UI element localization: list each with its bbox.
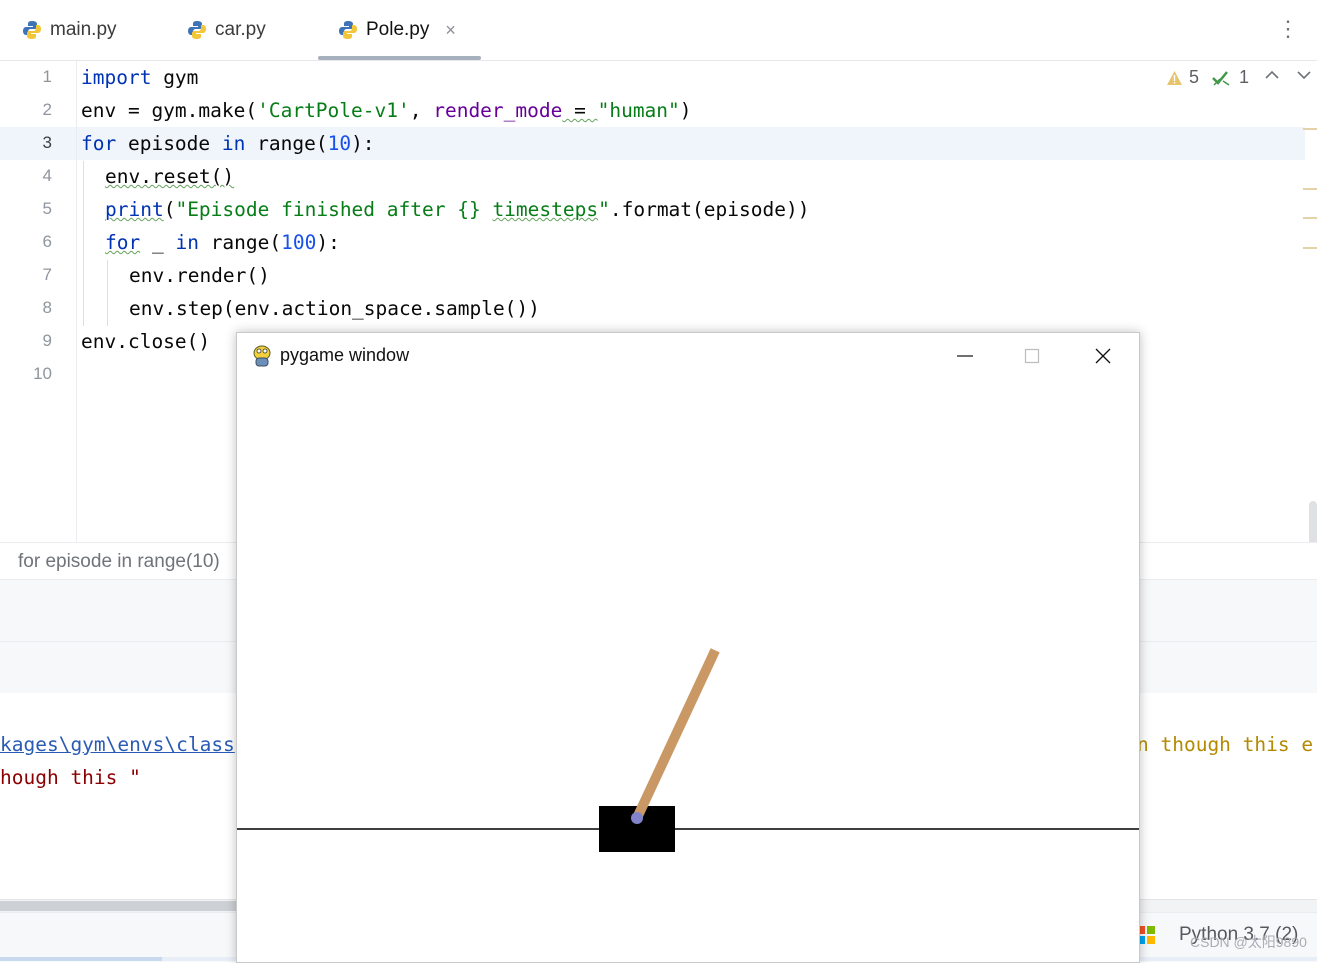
code-text: _ (140, 231, 176, 254)
code-line-3: for episode in range(10): (81, 127, 375, 160)
tab-pole-py[interactable]: Pole.py × (338, 0, 456, 60)
code-text: env.close() (81, 330, 211, 353)
code-line-6: for _ in range(100): (105, 226, 340, 259)
code-text: .format(episode)) (609, 198, 810, 221)
indent-guide (107, 260, 108, 326)
line-number-gutter: 1 2 3 4 5 6 7 8 9 10 (0, 61, 77, 542)
warning-stripe-mark[interactable] (1303, 128, 1317, 130)
progress-strip-fill (0, 957, 162, 961)
breadcrumb-item[interactable]: for episode in range(10) (18, 551, 220, 573)
active-tab-indicator (318, 56, 481, 60)
keyword: in (175, 231, 199, 254)
code-text: episode (116, 132, 222, 155)
code-text: env.step(env.action_space.sample()) (129, 297, 540, 320)
code-line-4: env.reset() (105, 160, 234, 193)
axle (631, 812, 643, 824)
pygame-snake-icon (253, 345, 271, 367)
line-number: 3 (42, 133, 52, 152)
close-tab-icon[interactable]: × (445, 20, 456, 41)
code-text: env.render() (129, 264, 270, 287)
builtin-function: print (105, 198, 164, 221)
code-line-1: import gym (81, 61, 198, 94)
number-literal: 100 (281, 231, 317, 254)
string-literal: "human" (597, 99, 680, 122)
line-number: 8 (42, 298, 52, 317)
render-background (237, 379, 1139, 961)
number-literal: 10 (327, 132, 352, 155)
maximize-icon[interactable] (1009, 341, 1055, 371)
tab-label: Pole.py (366, 19, 430, 40)
code-text: ) (679, 99, 692, 122)
code-text: ( (163, 198, 176, 221)
tab-main-py[interactable]: main.py (22, 0, 117, 60)
line-number: 4 (42, 166, 52, 185)
code-text: gym (151, 66, 199, 89)
keyword: for (105, 231, 141, 254)
editor-tab-bar: main.py car.py Pole.py × ⋮ (0, 0, 1317, 61)
line-number: 7 (42, 265, 52, 284)
code-text: env = gym.make( (81, 99, 258, 122)
line-number: 1 (42, 67, 52, 86)
inspection-navigation (1264, 67, 1311, 85)
more-options-icon[interactable]: ⋮ (1277, 14, 1299, 44)
python-icon (23, 21, 41, 39)
console-warning-text: n though this e (1137, 733, 1314, 756)
tab-label: car.py (215, 19, 266, 40)
minimize-icon[interactable] (940, 341, 986, 371)
python-icon (339, 21, 357, 39)
keyword: for (81, 132, 117, 155)
code-line-2: env = gym.make('CartPole-v1', render_mod… (81, 94, 692, 127)
chevron-up-icon[interactable] (1264, 70, 1279, 80)
line-number: 2 (42, 100, 52, 119)
inspection-widget[interactable]: 5 1 (1166, 67, 1249, 88)
chevron-down-icon[interactable] (1297, 70, 1311, 80)
warning-count: 5 (1188, 67, 1199, 87)
pygame-window-title: pygame window (280, 345, 410, 365)
line-number: 9 (42, 331, 52, 350)
named-param: render_mode (433, 99, 563, 122)
warning-stripe-mark[interactable] (1303, 247, 1317, 249)
code-text: ): (351, 132, 375, 155)
code-line-5: print("Episode finished after {} timeste… (105, 193, 809, 226)
code-text: range( (198, 231, 282, 254)
code-line-8: env.step(env.action_space.sample()) (129, 292, 540, 325)
python-icon (188, 21, 206, 39)
cartpole-render (237, 379, 1139, 961)
line-number: 5 (42, 199, 52, 218)
code-text: = (562, 99, 598, 122)
string-literal: 'CartPole-v1' (257, 99, 410, 122)
line-number: 10 (33, 364, 52, 383)
tab-label: main.py (50, 19, 117, 40)
scrollbar-thumb[interactable] (0, 901, 236, 911)
watermark-text: CSDN @太阳9890 (1190, 934, 1307, 950)
keyword: in (221, 132, 246, 155)
warning-stripe-mark[interactable] (1303, 188, 1317, 190)
tab-car-py[interactable]: car.py (187, 0, 266, 60)
code-line-7: env.render() (129, 259, 270, 292)
code-text: , (409, 99, 434, 122)
string-literal: "Episode finished after {} (175, 198, 493, 221)
weak-warning-count: 1 (1238, 67, 1249, 87)
string-literal: " (598, 198, 610, 221)
close-window-icon[interactable] (1079, 341, 1125, 371)
pygame-window-titlebar[interactable]: pygame window (237, 333, 1139, 379)
string-literal: timesteps (492, 198, 599, 221)
console-output-text: hough this " (0, 766, 141, 789)
code-line-9: env.close() (81, 325, 210, 358)
code-text: range( (245, 132, 328, 155)
code-text: env.reset() (105, 165, 235, 188)
line-number: 6 (42, 232, 52, 251)
warning-stripe-mark[interactable] (1303, 217, 1317, 219)
pygame-window[interactable]: pygame window (236, 332, 1140, 963)
indent-guide (83, 161, 84, 326)
weak-warning-check-icon (1212, 70, 1230, 86)
warning-icon (1166, 70, 1182, 85)
code-text: ): (316, 231, 340, 254)
console-file-link[interactable]: kages\gym\envs\class (0, 733, 235, 756)
keyword: import (81, 66, 152, 89)
